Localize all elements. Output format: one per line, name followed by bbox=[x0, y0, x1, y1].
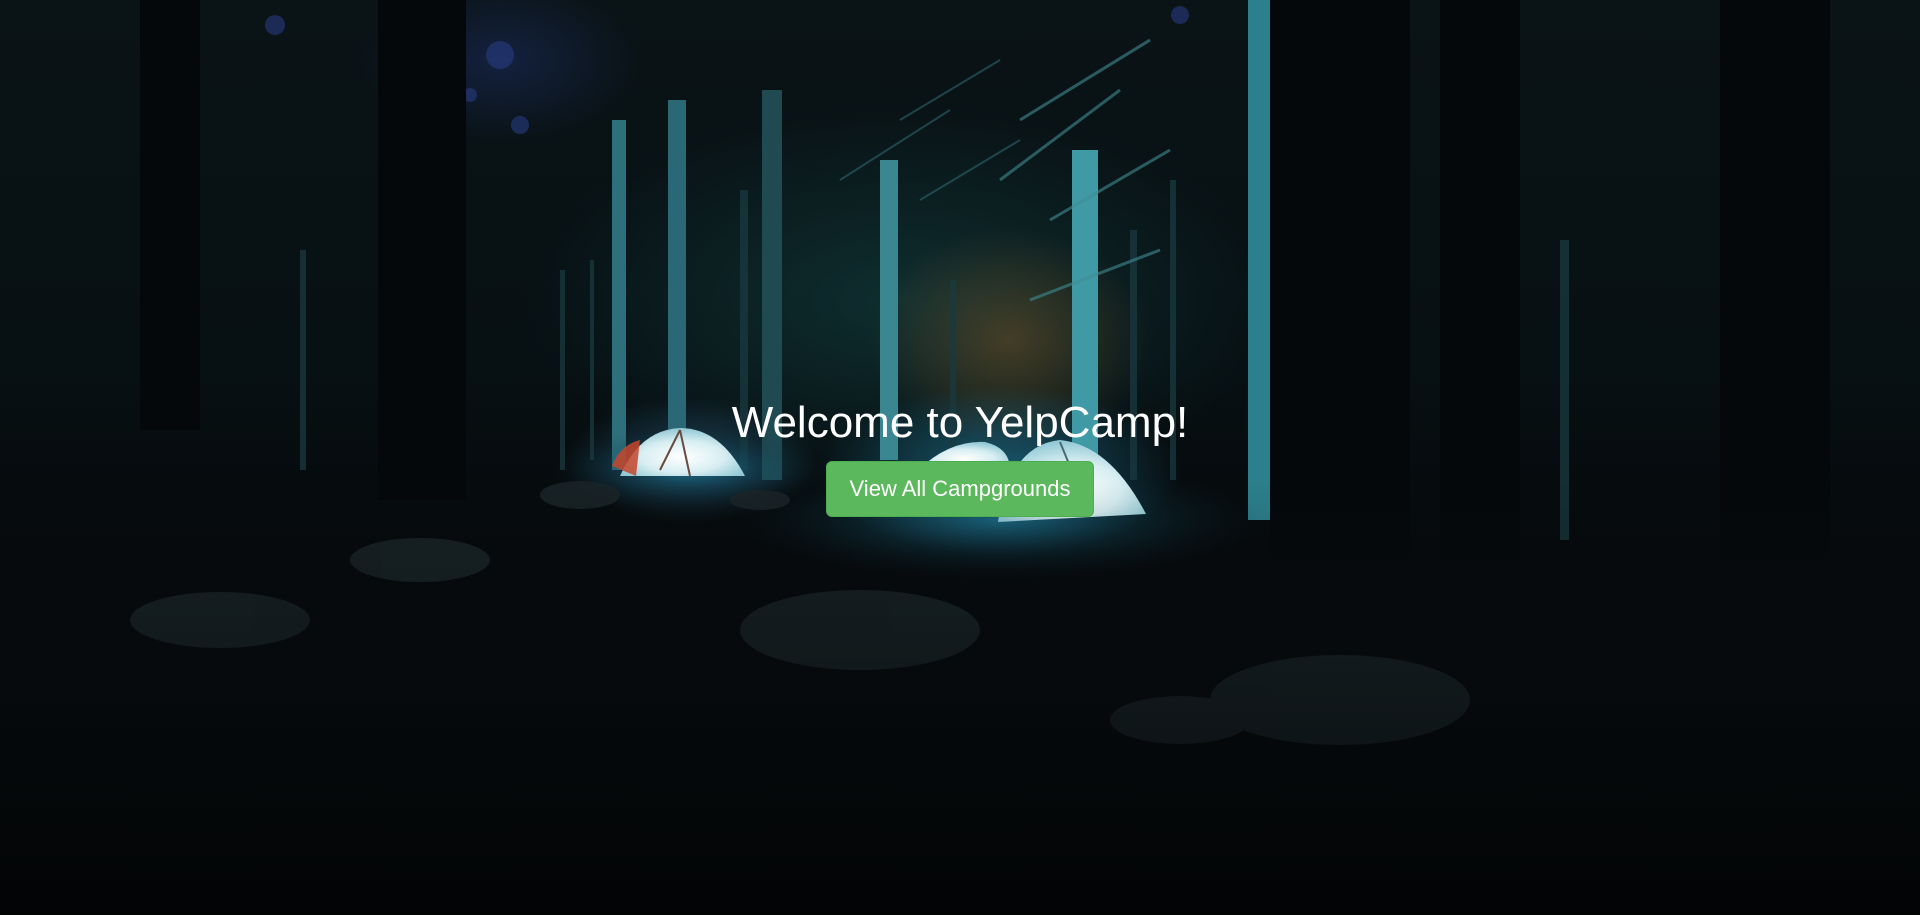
view-all-campgrounds-button[interactable]: View All Campgrounds bbox=[826, 461, 1094, 517]
page-title: Welcome to YelpCamp! bbox=[731, 398, 1189, 447]
landing-overlay: Welcome to YelpCamp! View All Campground… bbox=[0, 0, 1920, 915]
landing-hero: Welcome to YelpCamp! View All Campground… bbox=[0, 0, 1920, 915]
